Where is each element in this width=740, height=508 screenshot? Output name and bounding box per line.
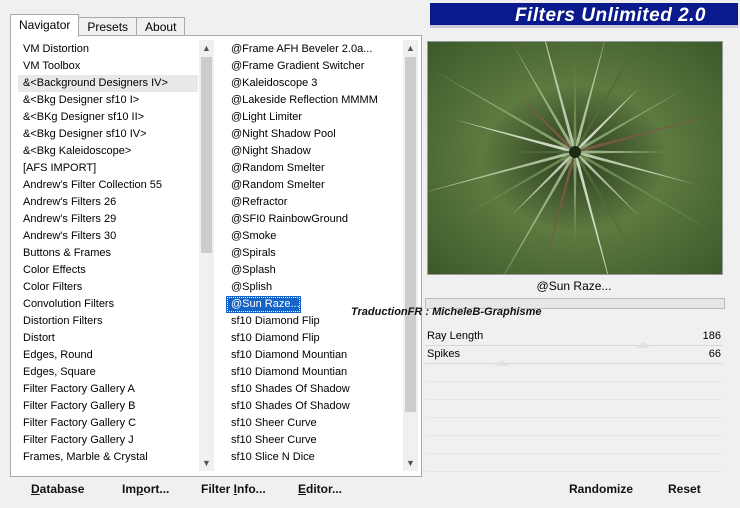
list-item[interactable]: Andrew's Filters 26 (18, 194, 198, 211)
list-item[interactable]: @Lakeside Reflection MMMM (226, 92, 402, 109)
param-value: 66 (708, 348, 721, 360)
list-item[interactable]: VM Distortion (18, 41, 198, 58)
scroll-down-icon[interactable]: ▼ (199, 455, 214, 471)
category-list-items: VM Distortion VM Toolbox &<Background Desi… (18, 41, 198, 466)
list-item[interactable]: @Refractor (226, 194, 402, 211)
list-item[interactable]: sf10 Shades Of Shadow (226, 398, 402, 415)
list-item[interactable]: @Night Shadow Pool (226, 126, 402, 143)
param-empty-row (425, 454, 723, 472)
list-item[interactable]: sf10 Slice N Dice (226, 449, 402, 466)
list-item[interactable]: &<Background Designers IV> (18, 75, 198, 92)
list-item[interactable]: [AFS IMPORT] (18, 160, 198, 177)
list-item[interactable]: @Random Smelter (226, 177, 402, 194)
category-list[interactable]: VM Distortion VM Toolbox &<Background Desi… (18, 40, 214, 471)
scroll-thumb[interactable] (201, 57, 212, 253)
list-item[interactable]: Filter Factory Gallery J (18, 432, 198, 449)
param-empty-row (425, 436, 723, 454)
param-label: Spikes (427, 348, 461, 360)
editor-button[interactable]: Editor... (298, 482, 342, 496)
tab-navigator[interactable]: Navigator (10, 14, 80, 37)
filter-info-button[interactable]: Filter Info... (201, 482, 266, 496)
list-item[interactable]: Filter Factory Gallery C (18, 415, 198, 432)
list-item[interactable]: &<Bkg Designer sf10 I> (18, 92, 198, 109)
scroll-thumb[interactable] (405, 57, 416, 412)
list-item[interactable]: Color Effects (18, 262, 198, 279)
list-item[interactable]: Color Filters (18, 279, 198, 296)
parameter-list: Ray Length 186 Spikes 66 (425, 328, 723, 472)
current-filter-name: @Sun Raze... (536, 279, 612, 293)
list-item[interactable]: @SFI0 RainbowGround (226, 211, 402, 228)
list-item[interactable]: VM Toolbox (18, 58, 198, 75)
slider-thumb-icon[interactable] (495, 360, 509, 366)
param-spikes[interactable]: Spikes 66 (425, 346, 723, 366)
scroll-up-icon[interactable]: ▲ (403, 40, 418, 56)
randomize-button[interactable]: Randomize (569, 482, 633, 496)
param-empty-row (425, 382, 723, 400)
list-item[interactable]: @Night Shadow (226, 143, 402, 160)
list-item[interactable]: Convolution Filters (18, 296, 198, 313)
param-value: 186 (702, 330, 721, 342)
filter-preview-image (427, 41, 723, 275)
list-item[interactable]: Edges, Round (18, 347, 198, 364)
list-item[interactable]: @Spirals (226, 245, 402, 262)
credit-text: TraductionFR : MicheleB-Graphisme (351, 306, 542, 318)
list-item[interactable]: sf10 Diamond Flip (226, 330, 402, 347)
app-title-banner: Filters Unlimited 2.0 (430, 3, 738, 28)
scroll-down-icon[interactable]: ▼ (403, 455, 418, 471)
category-scrollbar[interactable]: ▲ ▼ (199, 40, 214, 471)
param-label: Ray Length (427, 330, 484, 342)
list-item[interactable]: &<BKg Designer sf10 II> (18, 109, 198, 126)
list-item[interactable]: @Splash (226, 262, 402, 279)
bottom-toolbar: Database Import... Filter Info... Editor… (10, 476, 420, 502)
list-item[interactable]: @Light Limiter (226, 109, 402, 126)
filter-list[interactable]: @Frame AFH Beveler 2.0a... @Frame Gradien… (226, 40, 418, 471)
list-item[interactable]: @Sun Raze... (226, 296, 301, 313)
list-item[interactable]: Distortion Filters (18, 313, 198, 330)
param-empty-row (425, 364, 723, 382)
filter-list-items: @Frame AFH Beveler 2.0a... @Frame Gradien… (226, 41, 402, 466)
right-toolbar: Randomize Reset (425, 476, 723, 502)
param-empty-row (425, 418, 723, 436)
import-button[interactable]: Import... (122, 482, 169, 496)
scroll-up-icon[interactable]: ▲ (199, 40, 214, 56)
list-item[interactable]: Distort (18, 330, 198, 347)
list-item[interactable]: sf10 Diamond Mountian (226, 364, 402, 381)
list-item[interactable]: Buttons & Frames (18, 245, 198, 262)
list-item[interactable]: @Splish (226, 279, 402, 296)
list-item[interactable]: Filter Factory Gallery A (18, 381, 198, 398)
tab-strip: Navigator Presets About (10, 14, 186, 37)
filter-scrollbar[interactable]: ▲ ▼ (403, 40, 418, 471)
list-item[interactable]: &<Bkg Kaleidoscope> (18, 143, 198, 160)
list-item[interactable]: Edges, Square (18, 364, 198, 381)
list-item[interactable]: sf10 Diamond Mountian (226, 347, 402, 364)
reset-button[interactable]: Reset (668, 482, 701, 496)
list-item[interactable]: Filter Factory Gallery B (18, 398, 198, 415)
list-item[interactable]: @Random Smelter (226, 160, 402, 177)
list-item[interactable]: Frames, Marble & Crystal (18, 449, 198, 466)
list-item[interactable]: @Smoke (226, 228, 402, 245)
database-button[interactable]: Database (31, 482, 84, 496)
list-item[interactable]: sf10 Shades Of Shadow (226, 381, 402, 398)
list-item[interactable]: @Frame AFH Beveler 2.0a... (226, 41, 402, 58)
list-item[interactable]: sf10 Sheer Curve (226, 415, 402, 432)
tab-presets[interactable]: Presets (78, 17, 138, 36)
list-item[interactable]: @Frame Gradient Switcher (226, 58, 402, 75)
list-item[interactable]: Andrew's Filter Collection 55 (18, 177, 198, 194)
list-item[interactable]: Andrew's Filters 29 (18, 211, 198, 228)
tab-about[interactable]: About (136, 17, 186, 36)
list-item[interactable]: @Kaleidoscope 3 (226, 75, 402, 92)
param-empty-row (425, 400, 723, 418)
param-ray-length[interactable]: Ray Length 186 (425, 328, 723, 348)
list-item[interactable]: sf10 Sheer Curve (226, 432, 402, 449)
list-item[interactable]: &<Bkg Designer sf10 IV> (18, 126, 198, 143)
list-item[interactable]: Andrew's Filters 30 (18, 228, 198, 245)
